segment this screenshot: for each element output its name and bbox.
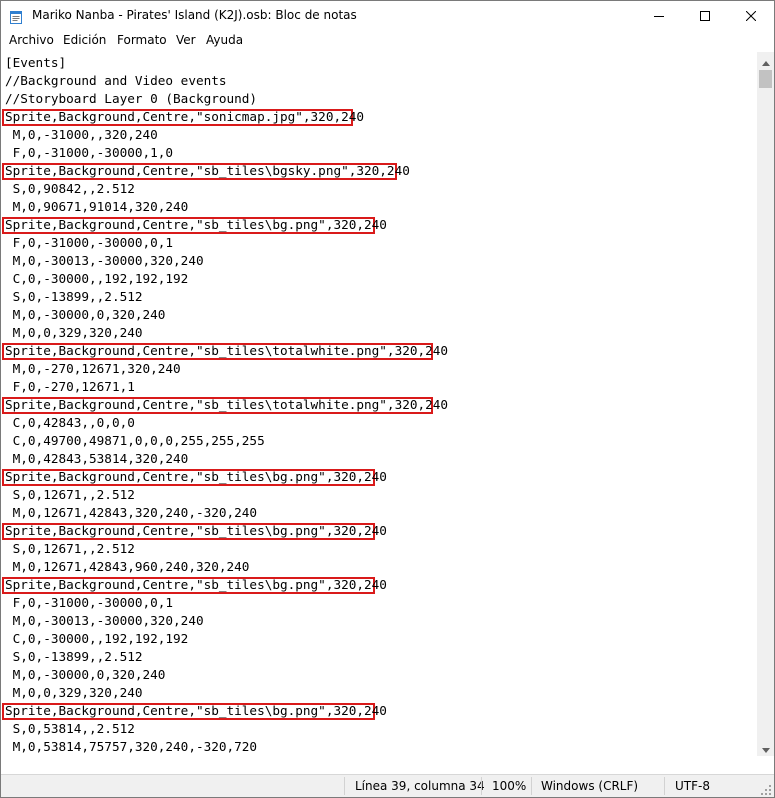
- minimize-button[interactable]: [636, 1, 682, 31]
- minimize-icon: [654, 11, 664, 21]
- text-line: F,0,-270,12671,1: [5, 379, 135, 394]
- text-line: M,0,-30000,0,320,240: [5, 667, 166, 682]
- text-line: M,0,90671,91014,320,240: [5, 199, 189, 214]
- text-line: Sprite,Background,Centre,"sb_tiles\total…: [5, 397, 449, 412]
- text-line: M,0,-31000,,320,240: [5, 127, 158, 142]
- text-line: M,0,-30013,-30000,320,240: [5, 613, 204, 628]
- menu-ayuda[interactable]: Ayuda: [206, 33, 243, 47]
- text-line: S,0,12671,,2.512: [5, 487, 135, 502]
- text-line: Sprite,Background,Centre,"sb_tiles\bg.pn…: [5, 523, 387, 538]
- close-icon: [746, 11, 756, 21]
- text-line: C,0,-30000,,192,192,192: [5, 271, 189, 286]
- status-zoom: 100%: [492, 779, 527, 793]
- text-line: M,0,53814,75757,320,240,-320,720: [5, 739, 258, 754]
- text-line: F,0,-31000,-30000,1,0: [5, 145, 174, 160]
- text-line: Sprite,Background,Centre,"sb_tiles\bg.pn…: [5, 469, 387, 484]
- text-line: M,0,0,329,320,240: [5, 325, 143, 340]
- text-line: //Background and Video events: [5, 73, 227, 88]
- text-line: Sprite,Background,Centre,"sb_tiles\bg.pn…: [5, 217, 387, 232]
- chevron-down-icon: [761, 738, 770, 757]
- status-position: Línea 39, columna 34: [355, 779, 485, 793]
- resize-grip-icon[interactable]: [760, 784, 772, 796]
- window-title: Mariko Nanba - Pirates' Island (K2J).osb…: [32, 8, 357, 22]
- status-separator: [664, 777, 665, 795]
- maximize-icon: [700, 11, 710, 21]
- text-line: M,0,-30013,-30000,320,240: [5, 253, 204, 268]
- text-line: C,0,-30000,,192,192,192: [5, 631, 189, 646]
- text-line: S,0,53814,,2.512: [5, 721, 135, 736]
- text-line: M,0,12671,42843,960,240,320,240: [5, 559, 250, 574]
- text-line: S,0,-13899,,2.512: [5, 289, 143, 304]
- scroll-down-button[interactable]: [757, 739, 774, 756]
- notepad-icon: [9, 9, 23, 24]
- scrollbar-thumb[interactable]: [759, 70, 772, 88]
- vertical-scrollbar[interactable]: [757, 52, 774, 756]
- chevron-up-icon: [761, 51, 770, 70]
- text-line: M,0,12671,42843,320,240,-320,240: [5, 505, 258, 520]
- text-line: Sprite,Background,Centre,"sonicmap.jpg",…: [5, 109, 365, 124]
- text-line: S,0,-13899,,2.512: [5, 649, 143, 664]
- text-line: M,0,42843,53814,320,240: [5, 451, 189, 466]
- text-line: C,0,42843,,0,0,0: [5, 415, 135, 430]
- status-separator: [531, 777, 532, 795]
- status-encoding: UTF-8: [675, 779, 710, 793]
- text-line: M,0,0,329,320,240: [5, 685, 143, 700]
- text-line: S,0,90842,,2.512: [5, 181, 135, 196]
- text-line: C,0,49700,49871,0,0,0,255,255,255: [5, 433, 265, 448]
- menu-archivo[interactable]: Archivo: [9, 33, 54, 47]
- editor-bottom-gap: [1, 756, 774, 774]
- status-separator: [344, 777, 345, 795]
- close-button[interactable]: [728, 1, 774, 31]
- menu-ver[interactable]: Ver: [176, 33, 196, 47]
- text-line: //Storyboard Layer 0 (Background): [5, 91, 258, 106]
- text-editor[interactable]: [Events] //Background and Video events //S…: [1, 52, 757, 756]
- text-line: M,0,-270,12671,320,240: [5, 361, 181, 376]
- text-line: Sprite,Background,Centre,"sb_tiles\bg.pn…: [5, 703, 387, 718]
- status-line-ending: Windows (CRLF): [541, 779, 639, 793]
- menu-edicion[interactable]: Edición: [63, 33, 106, 47]
- scroll-up-button[interactable]: [757, 52, 774, 69]
- text-line: [Events]: [5, 55, 67, 70]
- title-bar[interactable]: Mariko Nanba - Pirates' Island (K2J).osb…: [1, 1, 774, 31]
- text-line: F,0,-31000,-30000,0,1: [5, 595, 174, 610]
- notepad-window: Mariko Nanba - Pirates' Island (K2J).osb…: [0, 0, 775, 798]
- text-line: Sprite,Background,Centre,"sb_tiles\bg.pn…: [5, 577, 387, 592]
- status-separator: [481, 777, 482, 795]
- text-line: M,0,-30000,0,320,240: [5, 307, 166, 322]
- menu-bar: Archivo Edición Formato Ver Ayuda: [1, 31, 774, 51]
- text-line: S,0,12671,,2.512: [5, 541, 135, 556]
- maximize-button[interactable]: [682, 1, 728, 31]
- menu-formato[interactable]: Formato: [117, 33, 167, 47]
- status-bar: Línea 39, columna 34 100% Windows (CRLF)…: [1, 774, 774, 797]
- text-line: Sprite,Background,Centre,"sb_tiles\bgsky…: [5, 163, 410, 178]
- text-line: F,0,-31000,-30000,0,1: [5, 235, 174, 250]
- text-line: Sprite,Background,Centre,"sb_tiles\total…: [5, 343, 449, 358]
